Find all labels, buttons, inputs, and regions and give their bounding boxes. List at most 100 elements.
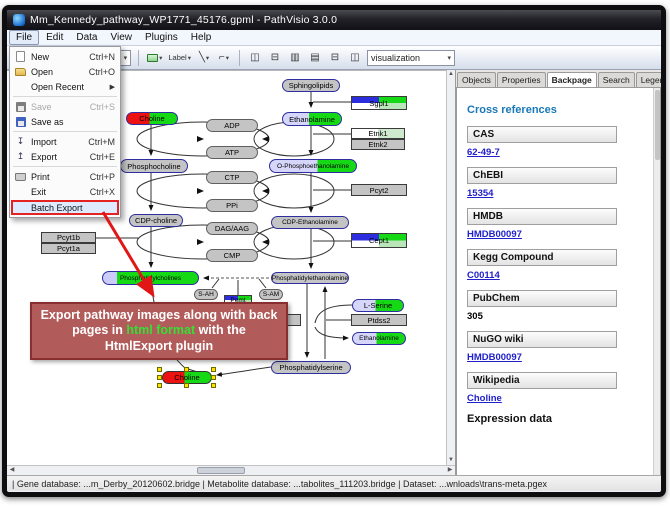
horizontal-scrollbar[interactable]: ◀ ▶ <box>7 465 455 475</box>
node-phosphatidylethanolamine[interactable]: Phosphatidylethanolamine <box>271 272 349 284</box>
datasource-header: PubChem <box>467 290 617 307</box>
menu-item-new[interactable]: New Ctrl+N <box>10 49 120 64</box>
status-bar: | Gene database: ...m_Derby_20120602.bri… <box>7 475 661 491</box>
selection-handle[interactable] <box>184 367 189 372</box>
backpage-section: Wikipedia Choline <box>467 372 660 404</box>
node-dag-aag[interactable]: DAG/AAG <box>206 222 258 235</box>
menu-view[interactable]: View <box>104 31 138 44</box>
chevron-down-icon: ▾ <box>188 54 191 62</box>
distribute-horizontal-button[interactable]: ▥ <box>287 50 303 66</box>
common-height-button[interactable]: ⊟ <box>327 50 343 66</box>
gene-pcyt2[interactable]: Pcyt2 <box>351 184 407 196</box>
selection-handle[interactable] <box>211 383 216 388</box>
node-phosphatidylserine[interactable]: Phosphatidylserine <box>271 361 351 374</box>
menu-item-open-recent[interactable]: Open Recent ▶ <box>10 79 120 94</box>
menu-plugins[interactable]: Plugins <box>139 31 184 44</box>
tab-objects[interactable]: Objects <box>457 72 496 87</box>
backpage-section: NuGO wiki HMDB00097 <box>467 331 660 363</box>
node-choline-top[interactable]: Choline <box>126 112 178 125</box>
chevron-down-icon: ▾ <box>124 54 128 62</box>
common-width-button[interactable]: ◫ <box>347 50 363 66</box>
menu-item-print[interactable]: Print Ctrl+P <box>10 169 120 184</box>
node-l-serine[interactable]: L-Serine <box>352 299 404 312</box>
line-tool-button[interactable]: ╲ ▾ <box>196 50 212 66</box>
open-folder-icon <box>13 68 28 76</box>
menu-file[interactable]: File <box>9 30 39 45</box>
align-center-button[interactable]: ◫ <box>247 50 263 66</box>
node-o-phosphoethanolamine[interactable]: O-Phosphoethanolamine <box>269 159 357 173</box>
tab-legend[interactable]: Legend <box>636 72 661 87</box>
distribute-vertical-button[interactable]: ▤ <box>307 50 323 66</box>
node-atp[interactable]: ATP <box>206 146 258 159</box>
menu-help[interactable]: Help <box>185 31 218 44</box>
menu-data[interactable]: Data <box>70 31 103 44</box>
node-adp[interactable]: ADP <box>206 119 258 132</box>
tab-backpage[interactable]: Backpage <box>547 72 597 88</box>
node-ethanolamine-top[interactable]: Ethanolamine <box>282 112 342 126</box>
node-cdp-ethanolamine[interactable]: CDP-Ethanolamine <box>271 216 349 229</box>
annotation-callout: Export pathway images along with back pa… <box>30 302 288 360</box>
scroll-left-icon[interactable]: ◀ <box>7 466 17 475</box>
vertical-scrollbar[interactable]: ▲ ▼ <box>446 70 455 465</box>
align-middle-button[interactable]: ⊟ <box>267 50 283 66</box>
visualization-combobox[interactable]: visualization ▾ <box>367 50 455 66</box>
node-phosphatidylcholines[interactable]: Phosphatidylcholines <box>102 271 199 285</box>
save-as-icon <box>13 117 28 127</box>
distribute-horizontal-icon: ▥ <box>290 52 299 63</box>
node-ethanolamine-low[interactable]: Ethanolamine <box>352 332 406 345</box>
xref-link[interactable]: C00114 <box>467 270 660 281</box>
scroll-up-icon[interactable]: ▲ <box>448 70 454 79</box>
datasource-header: CAS <box>467 126 617 143</box>
node-phosphocholine[interactable]: Phosphocholine <box>120 159 188 173</box>
scroll-down-icon[interactable]: ▼ <box>448 456 454 465</box>
connector-tool-button[interactable]: ⌐ ▾ <box>216 50 232 66</box>
gene-pcyt1b[interactable]: Pcyt1b <box>41 232 96 243</box>
menu-item-save-as[interactable]: Save as <box>10 114 120 129</box>
gene-etnk2[interactable]: Etnk2 <box>351 139 405 150</box>
selection-handle[interactable] <box>157 375 162 380</box>
scroll-right-icon[interactable]: ▶ <box>445 466 455 475</box>
menu-item-open[interactable]: Open Ctrl+O <box>10 64 120 79</box>
scrollbar-thumb[interactable] <box>655 90 660 160</box>
gene-cept1[interactable]: Cept1 <box>351 233 407 248</box>
gene-pcyt1a[interactable]: Pcyt1a <box>41 243 96 254</box>
xref-link[interactable]: HMDB00097 <box>467 352 660 363</box>
tab-properties[interactable]: Properties <box>497 72 546 87</box>
selection-handle[interactable] <box>157 367 162 372</box>
node-cmp[interactable]: CMP <box>206 249 258 262</box>
menu-edit[interactable]: Edit <box>40 31 69 44</box>
label-tool-button[interactable]: Label ▾ <box>167 50 192 66</box>
xref-link[interactable]: 15354 <box>467 188 660 199</box>
selection-handle[interactable] <box>157 383 162 388</box>
node-ctp[interactable]: CTP <box>206 171 258 184</box>
visualization-value: visualization <box>371 53 420 63</box>
backpage-section: ChEBI 15354 <box>467 167 660 199</box>
gene-ptdss2[interactable]: Ptdss2 <box>351 314 407 326</box>
xref-link[interactable]: Choline <box>467 393 660 404</box>
menu-item-exit[interactable]: Exit Ctrl+X <box>10 184 120 199</box>
menu-item-batch-export[interactable]: Batch Export <box>11 200 119 215</box>
selection-handle[interactable] <box>211 367 216 372</box>
tab-search[interactable]: Search <box>598 72 635 87</box>
submenu-arrow-icon: ▶ <box>110 83 115 91</box>
node-s-am[interactable]: S-AM <box>259 289 283 300</box>
selection-handle[interactable] <box>211 375 216 380</box>
gene-etnk1[interactable]: Etnk1 <box>351 128 405 139</box>
node-ppi[interactable]: PPi <box>206 199 258 212</box>
toolbar-separator <box>239 50 240 66</box>
node-cdp-choline[interactable]: CDP-choline <box>129 214 183 227</box>
scrollbar-thumb[interactable] <box>197 467 245 474</box>
node-s-ah[interactable]: S-AH <box>194 289 218 300</box>
gene-sgpl1[interactable]: Sgpl1 <box>351 96 407 110</box>
node-sphingolipids[interactable]: Sphingolipids <box>282 79 340 92</box>
xref-link[interactable]: 62-49-7 <box>467 147 660 158</box>
selection-handle[interactable] <box>184 383 189 388</box>
panel-scrollbar[interactable] <box>653 88 660 475</box>
xref-link[interactable]: HMDB00097 <box>467 229 660 240</box>
datasource-header: Wikipedia <box>467 372 617 389</box>
menu-item-import[interactable]: ↧ Import Ctrl+M <box>10 134 120 149</box>
label-icon: Label <box>168 53 186 62</box>
datanode-tool-button[interactable]: ▾ <box>146 50 163 66</box>
menu-separator <box>13 131 117 132</box>
menu-item-export[interactable]: ↥ Export Ctrl+E <box>10 149 120 164</box>
